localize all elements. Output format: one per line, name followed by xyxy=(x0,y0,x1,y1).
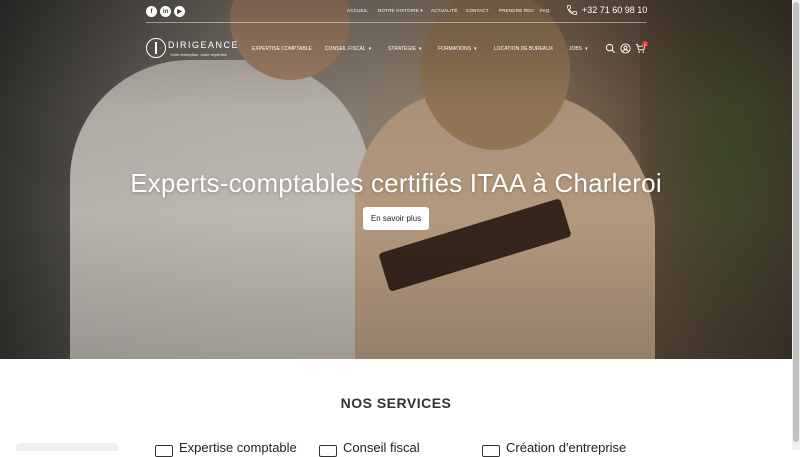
service-item-expertise[interactable]: Expertise comptable xyxy=(155,440,297,457)
linkedin-icon[interactable]: in xyxy=(160,6,171,17)
nav-expertise-comptable[interactable]: EXPERTISE COMPTABLE xyxy=(252,46,312,52)
logo-tagline: Votre entreprise, notre expertise xyxy=(170,52,227,57)
user-account-icon[interactable] xyxy=(620,43,631,56)
toplink-faq[interactable]: FAQ xyxy=(540,8,550,13)
nav-location-bureaux[interactable]: LOCATION DE BUREAUX xyxy=(494,46,553,52)
phone-link[interactable]: +32 71 60 98 10 xyxy=(566,4,647,16)
chevron-down-icon: ▾ xyxy=(368,46,372,52)
service-item-creation[interactable]: Création d'entreprise xyxy=(482,440,626,457)
facebook-icon[interactable]: f xyxy=(146,6,157,17)
nav-strategie[interactable]: STRATÉGIE ▾ xyxy=(388,46,421,52)
logo-mark-icon xyxy=(146,38,166,58)
hero-banner: f in ▶ ACCUEIL NOTRE HISTOIRE ▾ ACTUALIT… xyxy=(0,0,792,359)
calculator-icon xyxy=(155,445,173,457)
top-bar: f in ▶ ACCUEIL NOTRE HISTOIRE ▾ ACTUALIT… xyxy=(146,0,647,24)
toplink-prendre-rdv[interactable]: PRENDRE RDV xyxy=(499,8,534,13)
chevron-down-icon: ▾ xyxy=(473,46,477,52)
search-icon[interactable] xyxy=(605,43,616,56)
hero-title: Experts-comptables certifiés ITAA à Char… xyxy=(130,168,662,198)
toplink-contact[interactable]: CONTACT xyxy=(466,8,489,13)
service-item-conseil-fiscal[interactable]: Conseil fiscal xyxy=(319,440,420,457)
logo-name: DIRIGEANCE xyxy=(168,40,240,50)
toplink-notre-histoire[interactable]: NOTRE HISTOIRE ▾ xyxy=(378,8,423,14)
chevron-down-icon: ▾ xyxy=(585,46,588,52)
topbar-divider xyxy=(146,22,646,23)
scrollbar[interactable] xyxy=(792,0,800,450)
toplink-actualite[interactable]: ACTUALITÉ xyxy=(431,8,458,13)
chevron-down-icon: ▾ xyxy=(418,46,422,52)
nav-conseil-fiscal[interactable]: CONSEIL FISCAL ▾ xyxy=(325,46,371,52)
services-title: NOS SERVICES xyxy=(340,395,452,411)
phone-number: +32 71 60 98 10 xyxy=(582,5,648,15)
phone-icon xyxy=(567,5,577,15)
cart-count-badge: 0 xyxy=(642,41,648,47)
nav-formations[interactable]: FORMATIONS ▾ xyxy=(438,46,476,52)
learn-more-button[interactable]: En savoir plus xyxy=(363,207,429,230)
toplink-accueil[interactable]: ACCUEIL xyxy=(347,8,368,13)
youtube-icon[interactable]: ▶ xyxy=(174,6,185,17)
scrollbar-thumb[interactable] xyxy=(793,2,799,442)
building-icon xyxy=(482,445,500,457)
document-icon xyxy=(319,445,337,457)
nav-jobs[interactable]: JOBS ▾ xyxy=(569,46,588,52)
